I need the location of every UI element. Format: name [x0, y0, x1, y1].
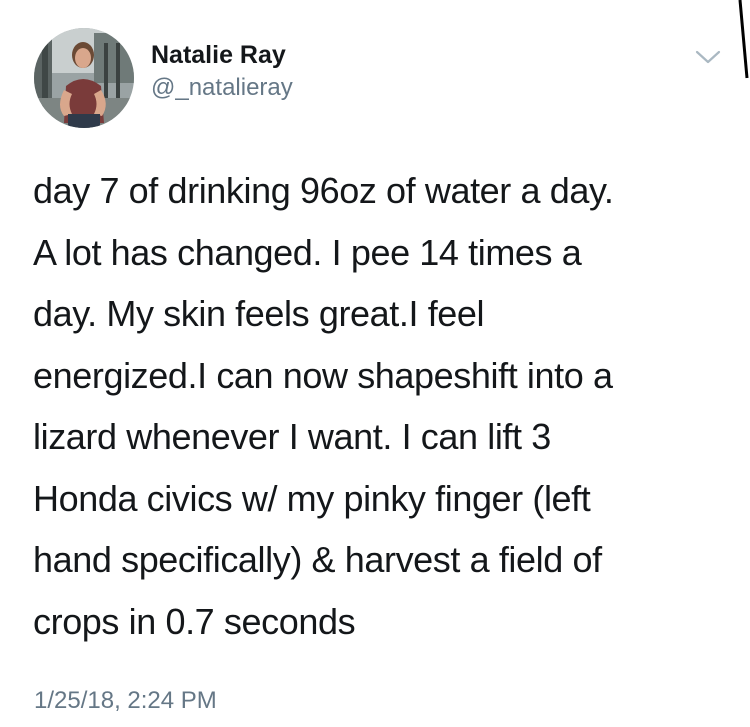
tweet-text-line: hand specifically) & harvest a field of — [33, 539, 602, 580]
tweet-text-line: A lot has changed. I pee 14 times a — [33, 231, 582, 273]
tweet-text-line: day. My skin feels great.I feel — [33, 293, 485, 334]
tweet-text-line: crops in 0.7 seconds — [33, 600, 356, 642]
avatar-photo — [34, 28, 134, 128]
tweet-text-line: day 7 of drinking 96oz of water a day. — [33, 170, 614, 211]
edge-divider — [738, 0, 749, 79]
tweet-text-line: Honda civics w/ my pinky finger (left — [33, 477, 591, 519]
author-names: Natalie Ray @_natalieray — [151, 40, 293, 103]
tweet-text-line: energized.I can now shapeshift into a — [33, 354, 613, 396]
author-handle[interactable]: @_natalieray — [151, 72, 293, 103]
tweet-card: Natalie Ray @_natalieray day 7 of drinki… — [0, 0, 750, 727]
tweet-text-line: lizard whenever I want. I can lift 3 — [33, 416, 551, 457]
tweet-header: Natalie Ray @_natalieray — [34, 28, 293, 128]
chevron-down-icon — [695, 50, 721, 64]
author-display-name[interactable]: Natalie Ray — [151, 40, 293, 71]
avatar[interactable] — [34, 28, 134, 128]
tweet-timestamp[interactable]: 1/25/18, 2:24 PM — [34, 686, 217, 716]
tweet-menu-button[interactable] — [693, 45, 723, 69]
tweet-text: day 7 of drinking 96oz of water a day. A… — [33, 160, 733, 652]
